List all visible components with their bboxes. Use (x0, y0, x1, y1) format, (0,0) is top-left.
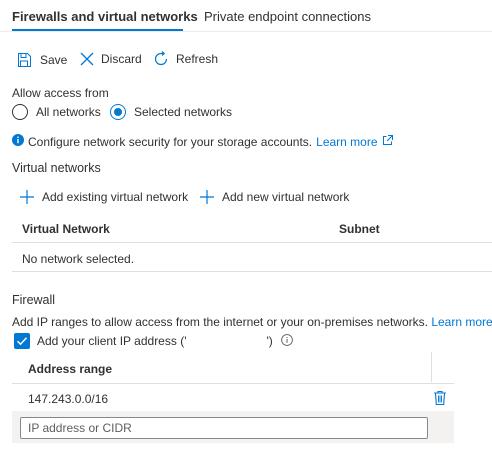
external-link-icon[interactable] (382, 134, 393, 149)
delete-row-button[interactable] (433, 390, 447, 409)
firewall-title: Firewall (12, 293, 56, 307)
learn-more-link[interactable]: Learn more (316, 135, 377, 149)
radio-label-selected-networks: Selected networks (134, 105, 233, 119)
refresh-button[interactable]: Refresh (153, 51, 218, 67)
firewall-description-line: Add IP ranges to allow access from the i… (12, 315, 492, 329)
discard-button[interactable]: Discard (80, 52, 142, 66)
column-header-virtual-network[interactable]: Virtual Network (22, 222, 110, 236)
ip-address-input[interactable] (20, 417, 428, 439)
radio-label-all-networks: All networks (36, 105, 101, 119)
save-icon (16, 52, 32, 68)
column-resize-divider[interactable] (431, 352, 432, 382)
add-existing-vnet-label: Add existing virtual network (42, 190, 189, 204)
client-ip-label-suffix: ') (266, 334, 273, 348)
checkbox-check-icon (16, 337, 28, 346)
add-new-vnet-label: Add new virtual network (222, 190, 350, 204)
column-header-subnet[interactable]: Subnet (339, 222, 380, 236)
column-header-address-range[interactable]: Address range (28, 362, 112, 376)
client-ip-checkbox-row[interactable]: Add your client IP address (' ') (14, 333, 293, 349)
radio-circle-selected-networks[interactable] (110, 104, 126, 120)
plus-icon (20, 190, 34, 204)
address-header-divider (12, 383, 454, 384)
info-circle-icon[interactable] (280, 333, 293, 349)
firewall-learn-more-link[interactable]: Learn more. (431, 315, 492, 329)
vnet-empty-message: No network selected. (22, 252, 135, 266)
save-button[interactable]: Save (16, 52, 67, 68)
client-ip-label: Add your client IP address (' ') (37, 334, 273, 348)
radio-selected-networks[interactable]: Selected networks (110, 104, 232, 120)
firewall-description: Add IP ranges to allow access from the i… (12, 315, 428, 329)
add-new-vnet-button[interactable]: Add new virtual network (200, 190, 349, 204)
refresh-icon (153, 51, 169, 67)
radio-all-networks[interactable]: All networks (12, 104, 101, 120)
discard-label: Discard (101, 52, 142, 66)
radio-circle-all-networks[interactable] (12, 104, 28, 120)
virtual-networks-title: Virtual networks (12, 161, 101, 175)
vnet-table-bottom-divider (12, 271, 492, 272)
client-ip-checkbox[interactable] (14, 333, 30, 349)
plus-icon (200, 190, 214, 204)
info-icon (12, 134, 24, 149)
vnet-header-divider (12, 242, 492, 243)
discard-icon (80, 52, 94, 66)
tab-private-endpoints[interactable]: Private endpoint connections (204, 9, 371, 25)
save-label: Save (40, 53, 68, 67)
tabs-divider (0, 31, 492, 32)
address-range-value: 147.243.0.0/16 (28, 392, 109, 406)
allow-access-label: Allow access from (12, 86, 109, 100)
tab-firewalls[interactable]: Firewalls and virtual networks (12, 9, 198, 25)
info-line: Configure network security for your stor… (12, 134, 393, 149)
refresh-label: Refresh (176, 52, 219, 66)
trash-icon (433, 390, 447, 409)
add-existing-vnet-button[interactable]: Add existing virtual network (20, 190, 188, 204)
info-text: Configure network security for your stor… (28, 134, 313, 149)
masked-ip-address (186, 337, 266, 347)
client-ip-label-prefix: Add your client IP address (' (37, 334, 187, 348)
